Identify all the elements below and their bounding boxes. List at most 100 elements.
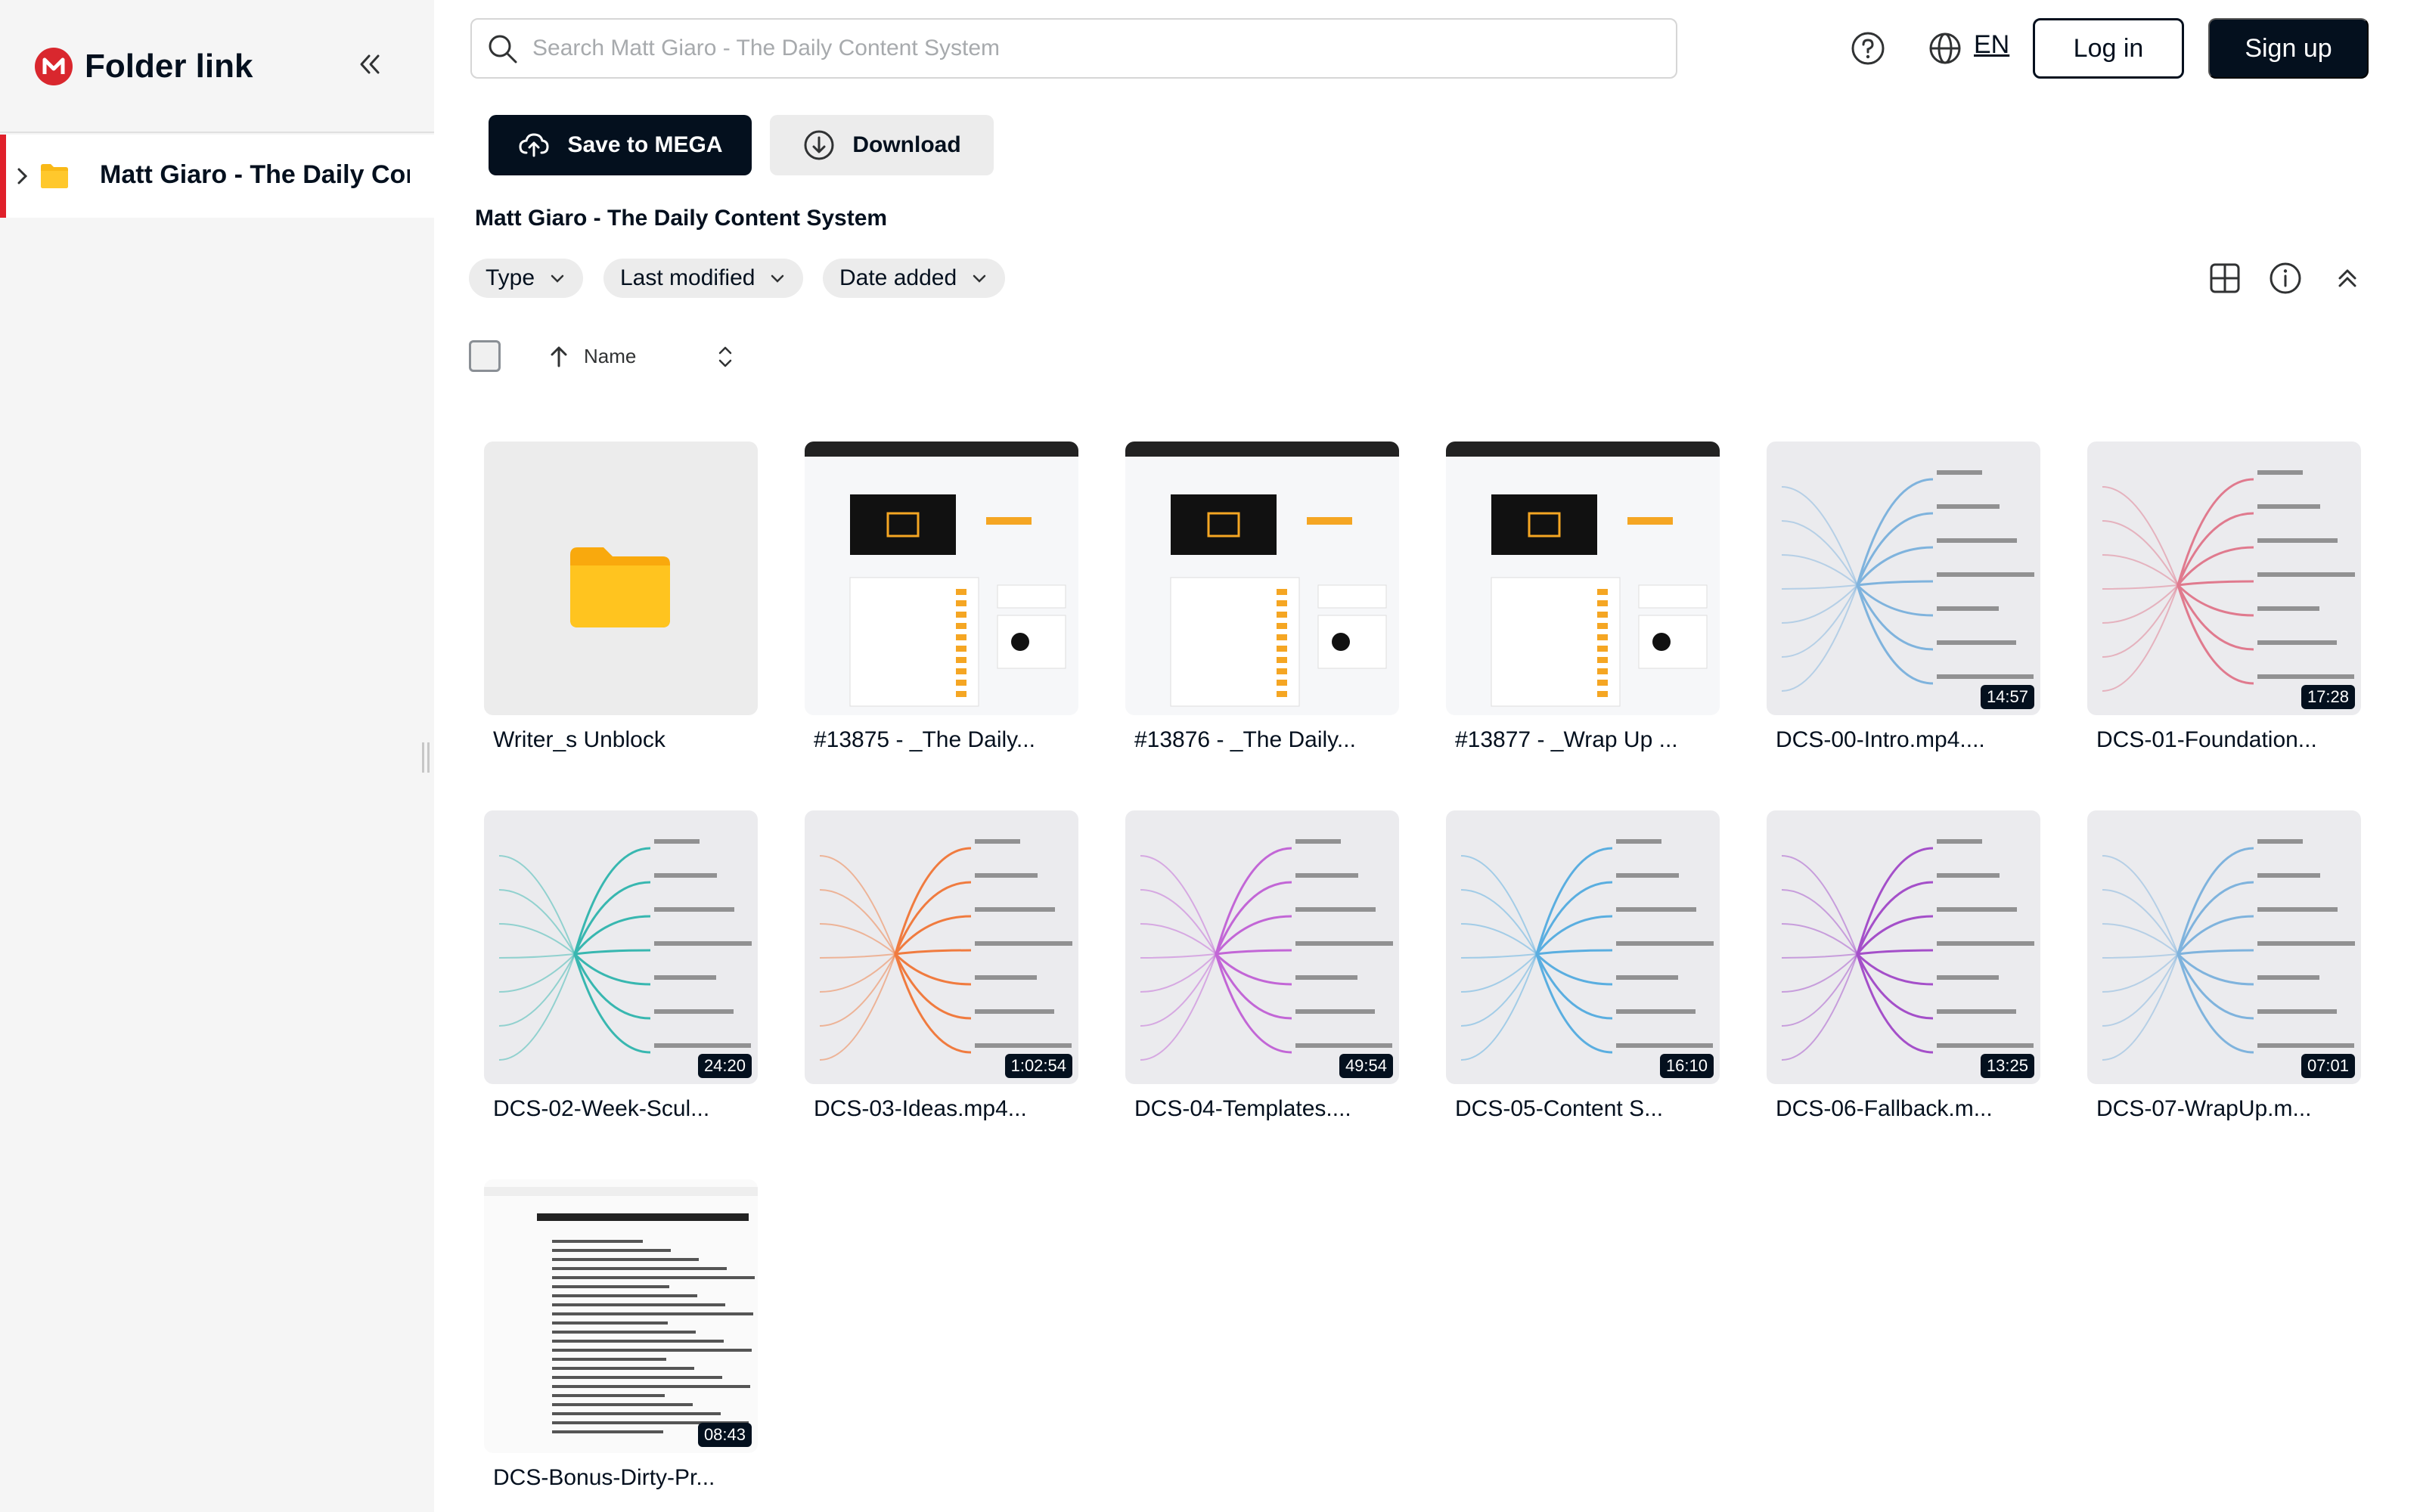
- filter-last-modified[interactable]: Last modified: [603, 259, 804, 298]
- search-bar[interactable]: [470, 18, 1677, 79]
- file-card[interactable]: #13876 - _The Daily...: [1125, 442, 1399, 753]
- page-title: Matt Giaro - The Daily Content System: [475, 206, 888, 231]
- sidebar: Folder link Matt Giaro - The Daily Conte…: [0, 0, 434, 1512]
- file-thumbnail: 49:54: [1125, 810, 1399, 1084]
- file-card[interactable]: #13877 - _Wrap Up ...: [1446, 442, 1720, 753]
- select-all-checkbox[interactable]: [469, 340, 501, 372]
- sort-toggle-icon[interactable]: [714, 343, 737, 370]
- file-name: Writer_s Unblock: [493, 727, 666, 752]
- brand-title: Folder link: [85, 48, 253, 85]
- login-button[interactable]: Log in: [2033, 18, 2184, 79]
- page-preview-icon: [805, 442, 1078, 707]
- filter-label: Last modified: [620, 265, 755, 290]
- file-thumbnail: [1125, 442, 1399, 715]
- document-preview-icon: [484, 1187, 758, 1433]
- mindmap-preview-icon: [819, 839, 1072, 1061]
- file-card[interactable]: 1:02:54 DCS-03-Ideas.mp4...: [805, 810, 1078, 1122]
- sidebar-item-root-folder[interactable]: Matt Giaro - The Daily Content System: [0, 135, 434, 218]
- file-card[interactable]: Writer_s Unblock: [484, 442, 758, 753]
- grid-view-icon[interactable]: [2207, 260, 2243, 296]
- video-duration-badge: 08:43: [697, 1423, 752, 1447]
- file-card[interactable]: 17:28 DCS-01-Foundation...: [2087, 442, 2361, 753]
- file-name: DCS-00-Intro.mp4....: [1776, 727, 1985, 752]
- file-thumbnail: [1446, 442, 1720, 715]
- page-preview-icon: [1125, 442, 1399, 707]
- file-name: DCS-06-Fallback.m...: [1776, 1096, 1993, 1121]
- file-name: #13876 - _The Daily...: [1134, 727, 1356, 752]
- file-name: DCS-03-Ideas.mp4...: [814, 1096, 1027, 1121]
- arrow-up-icon[interactable]: [548, 345, 570, 369]
- file-thumbnail: 24:20: [484, 810, 758, 1084]
- folder-icon: [570, 547, 670, 627]
- mindmap-preview-icon: [498, 839, 752, 1061]
- file-card[interactable]: 14:57 DCS-00-Intro.mp4....: [1767, 442, 2040, 753]
- file-card[interactable]: 16:10 DCS-05-Content S...: [1446, 810, 1720, 1122]
- language-selector[interactable]: EN: [1974, 30, 2009, 60]
- mega-logo-icon: [35, 48, 73, 85]
- info-icon[interactable]: [2267, 260, 2304, 296]
- filter-label: Date added: [839, 265, 957, 290]
- file-name: #13877 - _Wrap Up ...: [1455, 727, 1678, 752]
- sidebar-item-label: Matt Giaro - The Daily Content System: [100, 160, 410, 189]
- save-button-label: Save to MEGA: [567, 132, 723, 157]
- video-duration-badge: 07:01: [2301, 1054, 2355, 1078]
- resize-handle[interactable]: [420, 742, 431, 773]
- file-name: DCS-02-Week-Scul...: [493, 1096, 710, 1121]
- collapse-sidebar-icon[interactable]: [352, 47, 387, 82]
- video-duration-badge: 17:28: [2301, 685, 2355, 709]
- download-icon: [804, 130, 834, 160]
- mindmap-preview-icon: [2102, 470, 2355, 692]
- file-thumbnail: 13:25: [1767, 810, 2040, 1084]
- signup-button[interactable]: Sign up: [2208, 18, 2369, 79]
- file-thumbnail: 08:43: [484, 1179, 758, 1453]
- file-card[interactable]: 49:54 DCS-04-Templates....: [1125, 810, 1399, 1122]
- file-thumbnail: 07:01: [2087, 810, 2361, 1084]
- active-indicator: [0, 135, 6, 218]
- video-duration-badge: 13:25: [1980, 1054, 2034, 1078]
- folder-icon: [39, 163, 70, 189]
- sort-by-name[interactable]: Name: [584, 345, 636, 368]
- video-duration-badge: 16:10: [1659, 1054, 1714, 1078]
- file-name: DCS-04-Templates....: [1134, 1096, 1351, 1121]
- chevron-right-icon[interactable]: [15, 165, 33, 187]
- save-to-mega-button[interactable]: Save to MEGA: [489, 115, 752, 175]
- file-card[interactable]: #13875 - _The Daily...: [805, 442, 1078, 753]
- video-duration-badge: 49:54: [1339, 1054, 1393, 1078]
- search-input[interactable]: [532, 36, 1652, 61]
- file-thumbnail: [805, 442, 1078, 715]
- file-card[interactable]: 24:20 DCS-02-Week-Scul...: [484, 810, 758, 1122]
- file-name: #13875 - _The Daily...: [814, 727, 1035, 752]
- download-button-label: Download: [852, 132, 961, 157]
- file-thumbnail: 17:28: [2087, 442, 2361, 715]
- file-card[interactable]: 07:01 DCS-07-WrapUp.m...: [2087, 810, 2361, 1122]
- file-name: DCS-07-WrapUp.m...: [2096, 1096, 2312, 1121]
- filter-type[interactable]: Type: [469, 259, 584, 298]
- page-preview-icon: [1446, 442, 1720, 707]
- video-duration-badge: 24:20: [697, 1054, 752, 1078]
- chevron-down-icon: [973, 274, 986, 283]
- file-thumbnail: 16:10: [1446, 810, 1720, 1084]
- download-button[interactable]: Download: [770, 115, 994, 175]
- globe-icon[interactable]: [1927, 30, 1963, 67]
- help-icon[interactable]: [1850, 30, 1886, 67]
- file-thumbnail: 14:57: [1767, 442, 2040, 715]
- mindmap-preview-icon: [1781, 470, 2034, 692]
- sidebar-divider: [0, 132, 434, 133]
- chevron-down-icon: [771, 274, 784, 283]
- mindmap-preview-icon: [1140, 839, 1393, 1061]
- file-thumbnail: 1:02:54: [805, 810, 1078, 1084]
- filter-date-added[interactable]: Date added: [823, 259, 1006, 298]
- search-icon: [489, 35, 517, 64]
- file-card[interactable]: 08:43 DCS-Bonus-Dirty-Pr...: [484, 1179, 758, 1491]
- file-name: DCS-01-Foundation...: [2096, 727, 2317, 752]
- file-thumbnail: [484, 442, 758, 715]
- mindmap-preview-icon: [1460, 839, 1714, 1061]
- video-duration-badge: 1:02:54: [1004, 1054, 1072, 1078]
- mindmap-preview-icon: [2102, 839, 2355, 1061]
- filter-label: Type: [486, 265, 535, 290]
- file-name: DCS-05-Content S...: [1455, 1096, 1664, 1121]
- file-card[interactable]: 13:25 DCS-06-Fallback.m...: [1767, 810, 2040, 1122]
- chevron-double-up-icon[interactable]: [2329, 260, 2366, 296]
- brand[interactable]: Folder link: [35, 47, 253, 86]
- file-name: DCS-Bonus-Dirty-Pr...: [493, 1465, 715, 1490]
